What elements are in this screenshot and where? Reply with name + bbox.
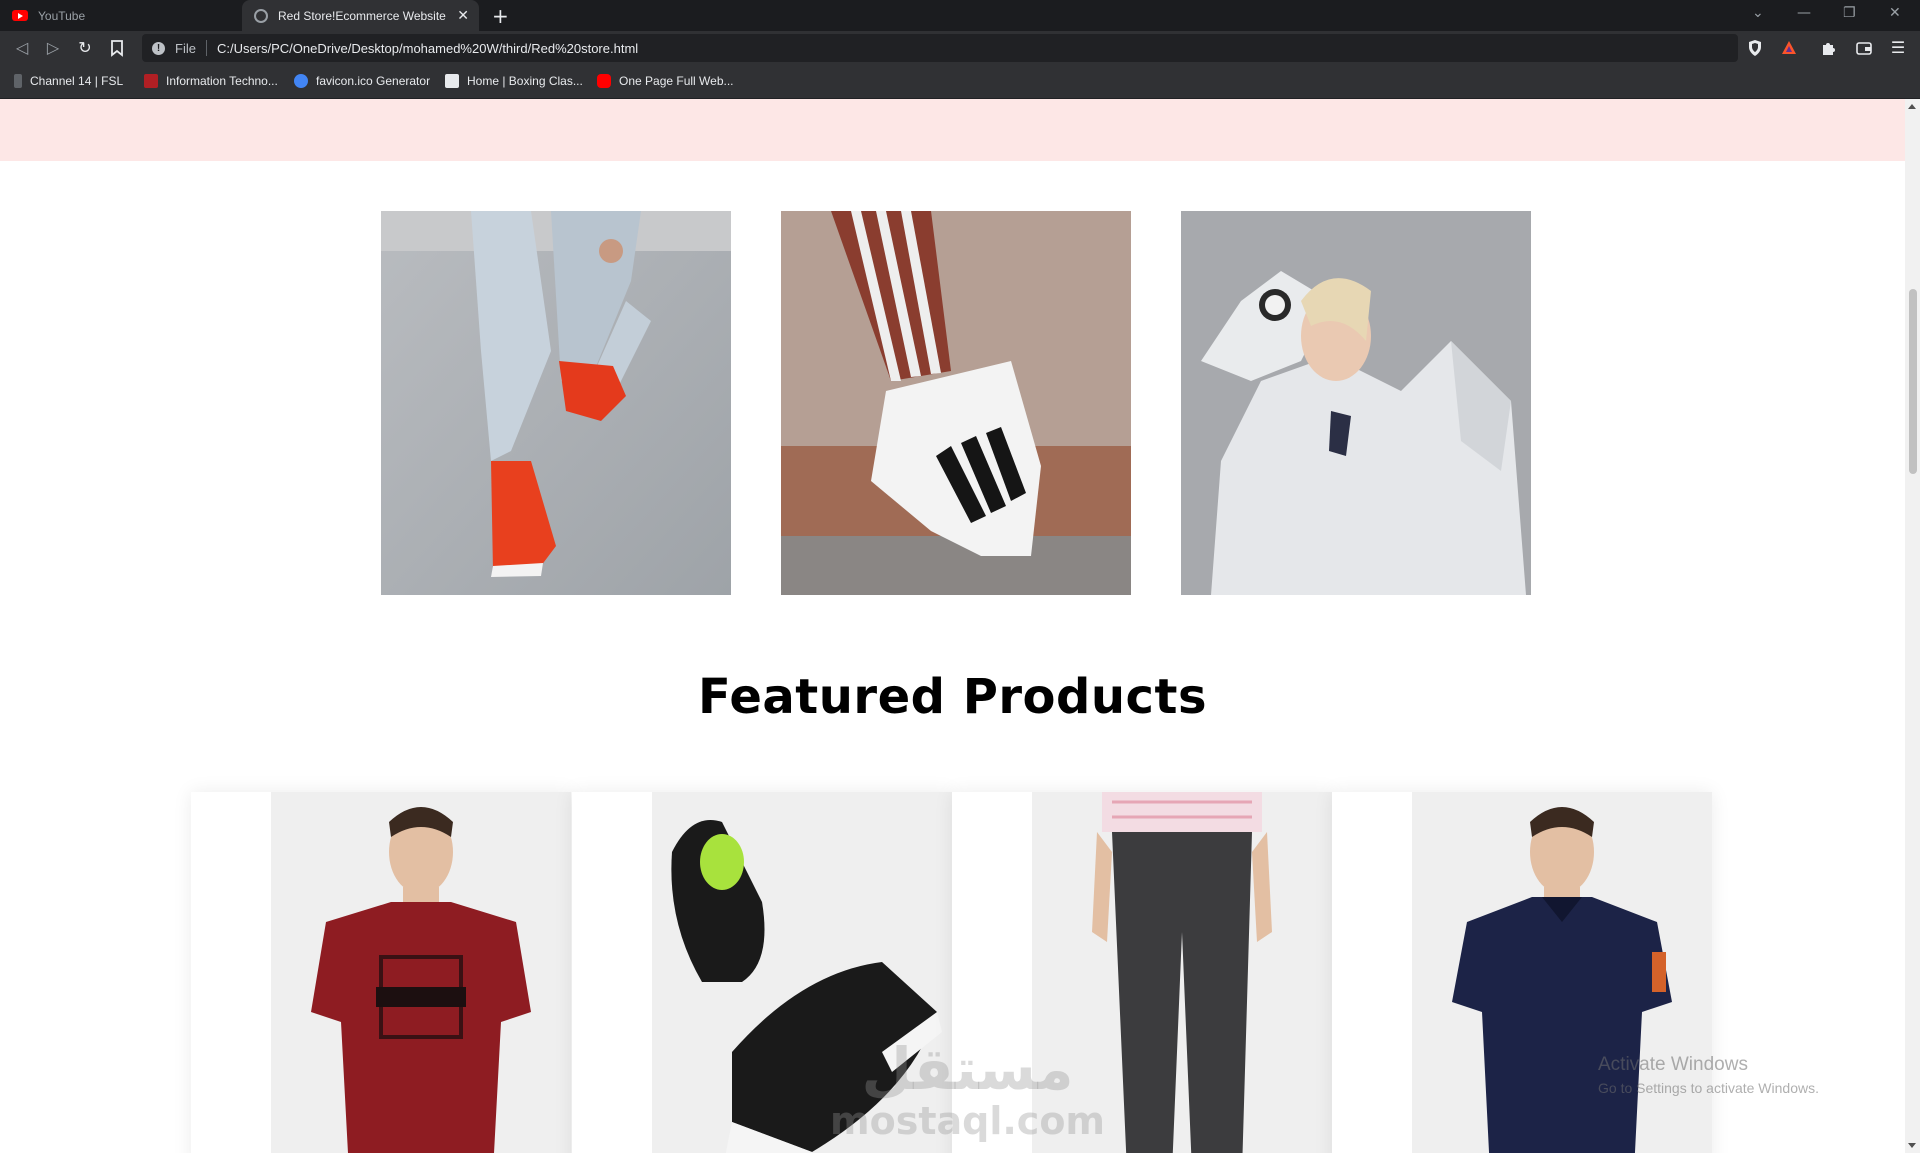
tab-strip: YouTube Red Store!Ecommerce Website ✕ + … [0, 0, 1920, 31]
info-icon[interactable]: ! [152, 41, 165, 55]
watermark-latin: mostaql.com [830, 1099, 1106, 1143]
scheme-label: File [175, 40, 196, 56]
header-band [0, 99, 1905, 161]
browser-chrome: YouTube Red Store!Ecommerce Website ✕ + … [0, 0, 1920, 99]
brave-shield-icon[interactable] [1746, 39, 1764, 57]
tab-title: Red Store!Ecommerce Website [278, 8, 446, 23]
product-navy-polo-image[interactable] [1412, 792, 1712, 1153]
new-tab-button[interactable]: + [492, 4, 509, 28]
it-icon [144, 74, 158, 88]
reload-icon[interactable]: ↻ [75, 38, 95, 57]
bookmark-label: Home | Boxing Clas... [467, 74, 583, 88]
scroll-up-icon[interactable] [1908, 104, 1916, 109]
close-tab-icon[interactable]: ✕ [457, 7, 469, 24]
back-icon[interactable]: ◁ [12, 38, 32, 57]
bookmark-boxing-class[interactable]: Home | Boxing Clas... [445, 74, 583, 88]
page-scrollbar[interactable] [1905, 99, 1920, 1153]
watermark-arabic: مستقل [861, 1035, 1074, 1103]
category-red-sneakers-image[interactable] [381, 211, 731, 595]
tab-youtube[interactable]: YouTube [0, 0, 237, 31]
bookmark-label: One Page Full Web... [619, 74, 734, 88]
favicon-generator-icon [294, 74, 308, 88]
bookmark-channel-14[interactable]: Channel 14 | FSL [14, 74, 123, 88]
bookmark-icon[interactable] [108, 39, 126, 57]
product-card[interactable] [191, 792, 571, 1153]
scroll-thumb[interactable] [1909, 289, 1917, 474]
bookmark-label: Channel 14 | FSL [30, 74, 124, 88]
tab-search-icon[interactable]: ⌄ [1752, 5, 1764, 21]
youtube-icon [12, 10, 28, 21]
windows-activation-notice: Activate Windows Go to Settings to activ… [1598, 1054, 1819, 1096]
minimize-icon[interactable]: — [1797, 5, 1811, 21]
url-text[interactable]: C:/Users/PC/OneDrive/Desktop/mohamed%20W… [217, 41, 638, 56]
product-card[interactable] [1332, 792, 1712, 1153]
divider [205, 40, 207, 56]
restore-icon[interactable]: ❐ [1843, 5, 1856, 21]
wallet-icon[interactable] [1855, 39, 1873, 57]
activation-title: Activate Windows [1598, 1054, 1748, 1075]
category-adidas-hoodie-image[interactable] [1181, 211, 1531, 595]
close-window-icon[interactable]: ✕ [1889, 5, 1901, 21]
address-bar[interactable]: ! File C:/Users/PC/OneDrive/Desktop/moha… [142, 34, 1738, 62]
menu-icon[interactable]: ☰ [1888, 38, 1908, 57]
tbc-icon [445, 74, 459, 88]
extensions-icon[interactable] [1820, 39, 1838, 57]
mostaql-watermark: مستقل mostaql.com [830, 1039, 1105, 1143]
globe-icon [254, 8, 268, 23]
tab-red-store[interactable]: Red Store!Ecommerce Website ✕ [242, 0, 479, 31]
youtube-icon [597, 74, 611, 88]
bookmark-one-page-web[interactable]: One Page Full Web... [597, 74, 734, 88]
forward-icon[interactable]: ▷ [43, 38, 63, 57]
toolbar: ◁ ▷ ↻ ! File C:/Users/PC/OneDrive/Deskto… [0, 31, 1920, 65]
scroll-down-icon[interactable] [1908, 1143, 1916, 1148]
bookmarks-bar: Channel 14 | FSL Information Techno... f… [0, 65, 1920, 99]
bookmark-label: Information Techno... [166, 74, 278, 88]
product-red-tshirt-image[interactable] [271, 792, 571, 1153]
bookmark-information-technology[interactable]: Information Techno... [144, 74, 278, 88]
brave-rewards-icon[interactable] [1780, 39, 1798, 57]
bookmark-favicon-generator[interactable]: favicon.ico Generator [294, 74, 430, 88]
bookmark-label: favicon.ico Generator [316, 74, 431, 88]
tab-title: YouTube [38, 8, 86, 23]
page-viewport: Featured Products مستقل mostaql.com Acti… [0, 99, 1905, 1153]
featured-products-heading: Featured Products [697, 669, 1208, 725]
channel-icon [14, 74, 22, 88]
category-adidas-shoe-image[interactable] [781, 211, 1131, 595]
activation-subtitle: Go to Settings to activate Windows. [1598, 1080, 1819, 1096]
